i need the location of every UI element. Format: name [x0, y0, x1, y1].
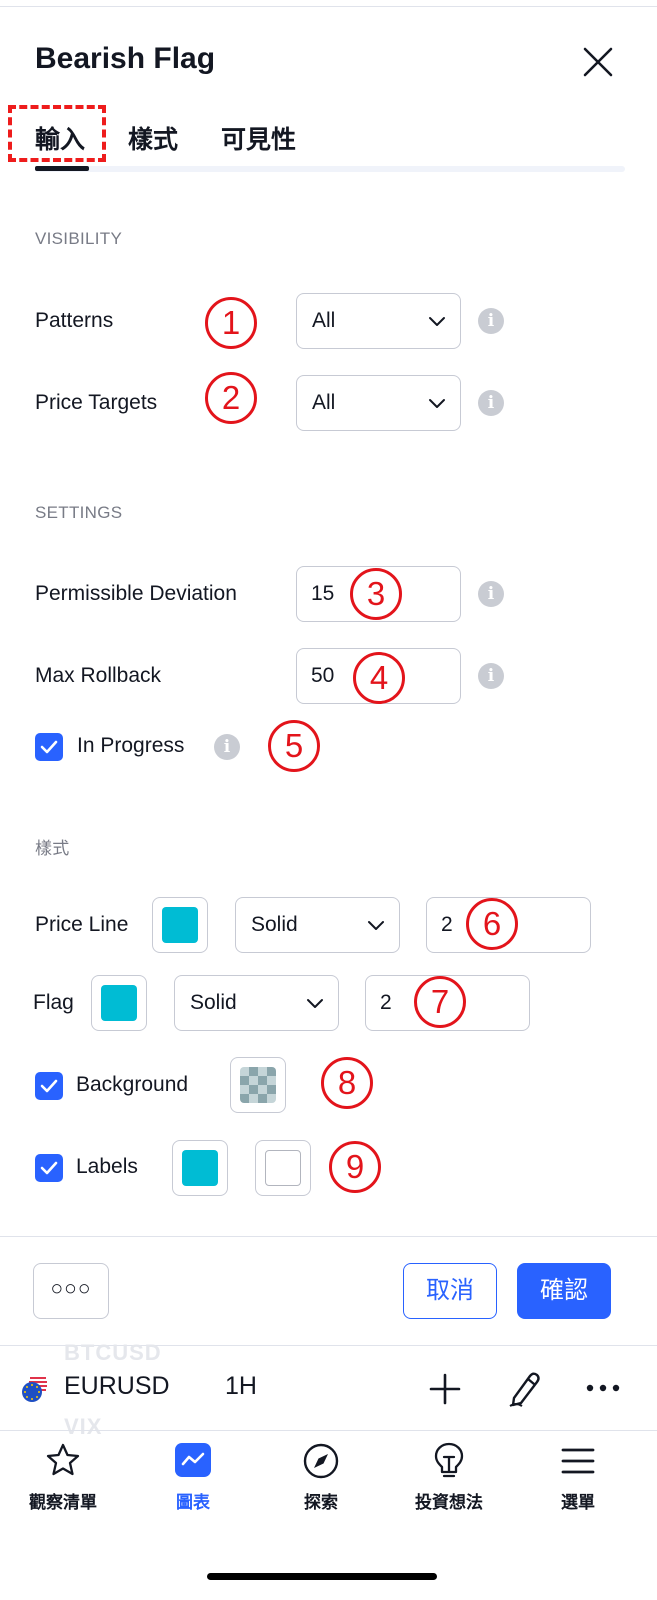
checkmark-icon [40, 1161, 58, 1175]
more-horizontal-icon[interactable] [586, 1380, 620, 1396]
more-options-button[interactable]: ○○○ [33, 1263, 109, 1319]
annotation-4: 4 [353, 652, 405, 704]
interval-button[interactable]: 1H [225, 1372, 257, 1401]
info-icon[interactable]: i [478, 390, 504, 416]
chevron-down-icon [368, 921, 384, 930]
info-icon[interactable]: i [478, 308, 504, 334]
checkmark-icon [40, 740, 58, 754]
symbol-name[interactable]: EURUSD [64, 1372, 170, 1401]
add-icon[interactable] [428, 1372, 462, 1406]
price-line-style-select[interactable]: Solid [235, 897, 400, 953]
annotation-2: 2 [205, 372, 257, 424]
price-line-label: Price Line [35, 913, 129, 936]
drawing-pen-icon[interactable] [506, 1368, 544, 1408]
flag-color-swatch[interactable] [91, 975, 147, 1031]
home-indicator [207, 1573, 437, 1580]
flag-width-value: 2 [380, 991, 392, 1014]
star-icon [46, 1443, 80, 1476]
price-line-width-value: 2 [441, 913, 453, 936]
checkmark-icon [40, 1079, 58, 1093]
eu-us-flag-icon [20, 1374, 50, 1404]
info-icon[interactable]: i [478, 663, 504, 689]
nav-explore-label: 探索 [304, 1493, 338, 1512]
labels-label: Labels [76, 1155, 138, 1178]
price-line-color-swatch[interactable] [152, 897, 208, 953]
section-visibility: VISIBILITY [35, 229, 123, 248]
top-divider [0, 6, 657, 7]
chevron-down-icon [307, 999, 323, 1008]
info-icon[interactable]: i [478, 581, 504, 607]
section-style: 樣式 [35, 839, 70, 858]
price-targets-value: All [312, 391, 336, 414]
nav-watchlist-label: 觀察清單 [29, 1493, 97, 1512]
chevron-down-icon [429, 399, 445, 408]
in-progress-checkbox[interactable] [35, 733, 63, 761]
patterns-select[interactable]: All [296, 293, 461, 349]
annotation-8: 8 [321, 1057, 373, 1109]
tab-bar: 輸入 樣式 可見性 [35, 120, 625, 170]
permissible-deviation-label: Permissible Deviation [35, 582, 237, 605]
nav-ideas-label: 投資想法 [415, 1493, 483, 1512]
flag-label: Flag [33, 991, 74, 1014]
chevron-down-icon [429, 317, 445, 326]
labels-color-swatch[interactable] [172, 1140, 228, 1196]
chart-icon [175, 1443, 211, 1477]
annotation-9: 9 [329, 1141, 381, 1193]
nav-chart-label: 圖表 [176, 1493, 210, 1512]
labels-text-color-swatch[interactable] [255, 1140, 311, 1196]
background-checkbox[interactable] [35, 1072, 63, 1100]
max-rollback-label: Max Rollback [35, 664, 162, 687]
ghost-symbol-above: BTCUSD [64, 1340, 162, 1365]
price-targets-label: Price Targets [35, 391, 158, 414]
permissible-deviation-value: 15 [311, 582, 335, 605]
labels-checkbox[interactable] [35, 1154, 63, 1182]
highlight-box [8, 105, 106, 162]
in-progress-label: In Progress [77, 734, 185, 757]
dialog-title: Bearish Flag [35, 42, 216, 75]
compass-icon [303, 1443, 339, 1479]
lightbulb-icon [434, 1442, 464, 1478]
confirm-button[interactable]: 確認 [517, 1263, 611, 1319]
info-icon[interactable]: i [214, 734, 240, 760]
footer-divider [0, 1236, 657, 1237]
max-rollback-value: 50 [311, 664, 335, 687]
tab-style[interactable]: 樣式 [128, 120, 178, 156]
close-icon[interactable] [580, 44, 616, 80]
annotation-5: 5 [268, 720, 320, 772]
patterns-label: Patterns [35, 309, 114, 332]
annotation-1: 1 [205, 297, 257, 349]
price-line-style-value: Solid [251, 913, 298, 936]
nav-menu-label: 選單 [561, 1493, 595, 1512]
ghost-symbol-below: VIX [64, 1414, 103, 1439]
patterns-value: All [312, 309, 336, 332]
menu-icon [561, 1448, 595, 1474]
active-tab-indicator [35, 166, 89, 171]
background-label: Background [76, 1073, 189, 1096]
nav-divider [0, 1430, 657, 1431]
price-targets-select[interactable]: All [296, 375, 461, 431]
background-color-swatch[interactable] [230, 1057, 286, 1113]
annotation-3: 3 [350, 568, 402, 620]
cancel-button[interactable]: 取消 [403, 1263, 497, 1319]
annotation-6: 6 [466, 898, 518, 950]
flag-style-value: Solid [190, 991, 237, 1014]
flag-style-select[interactable]: Solid [174, 975, 339, 1031]
section-settings: SETTINGS [35, 503, 123, 522]
annotation-7: 7 [414, 976, 466, 1028]
tab-visibility[interactable]: 可見性 [221, 120, 296, 156]
